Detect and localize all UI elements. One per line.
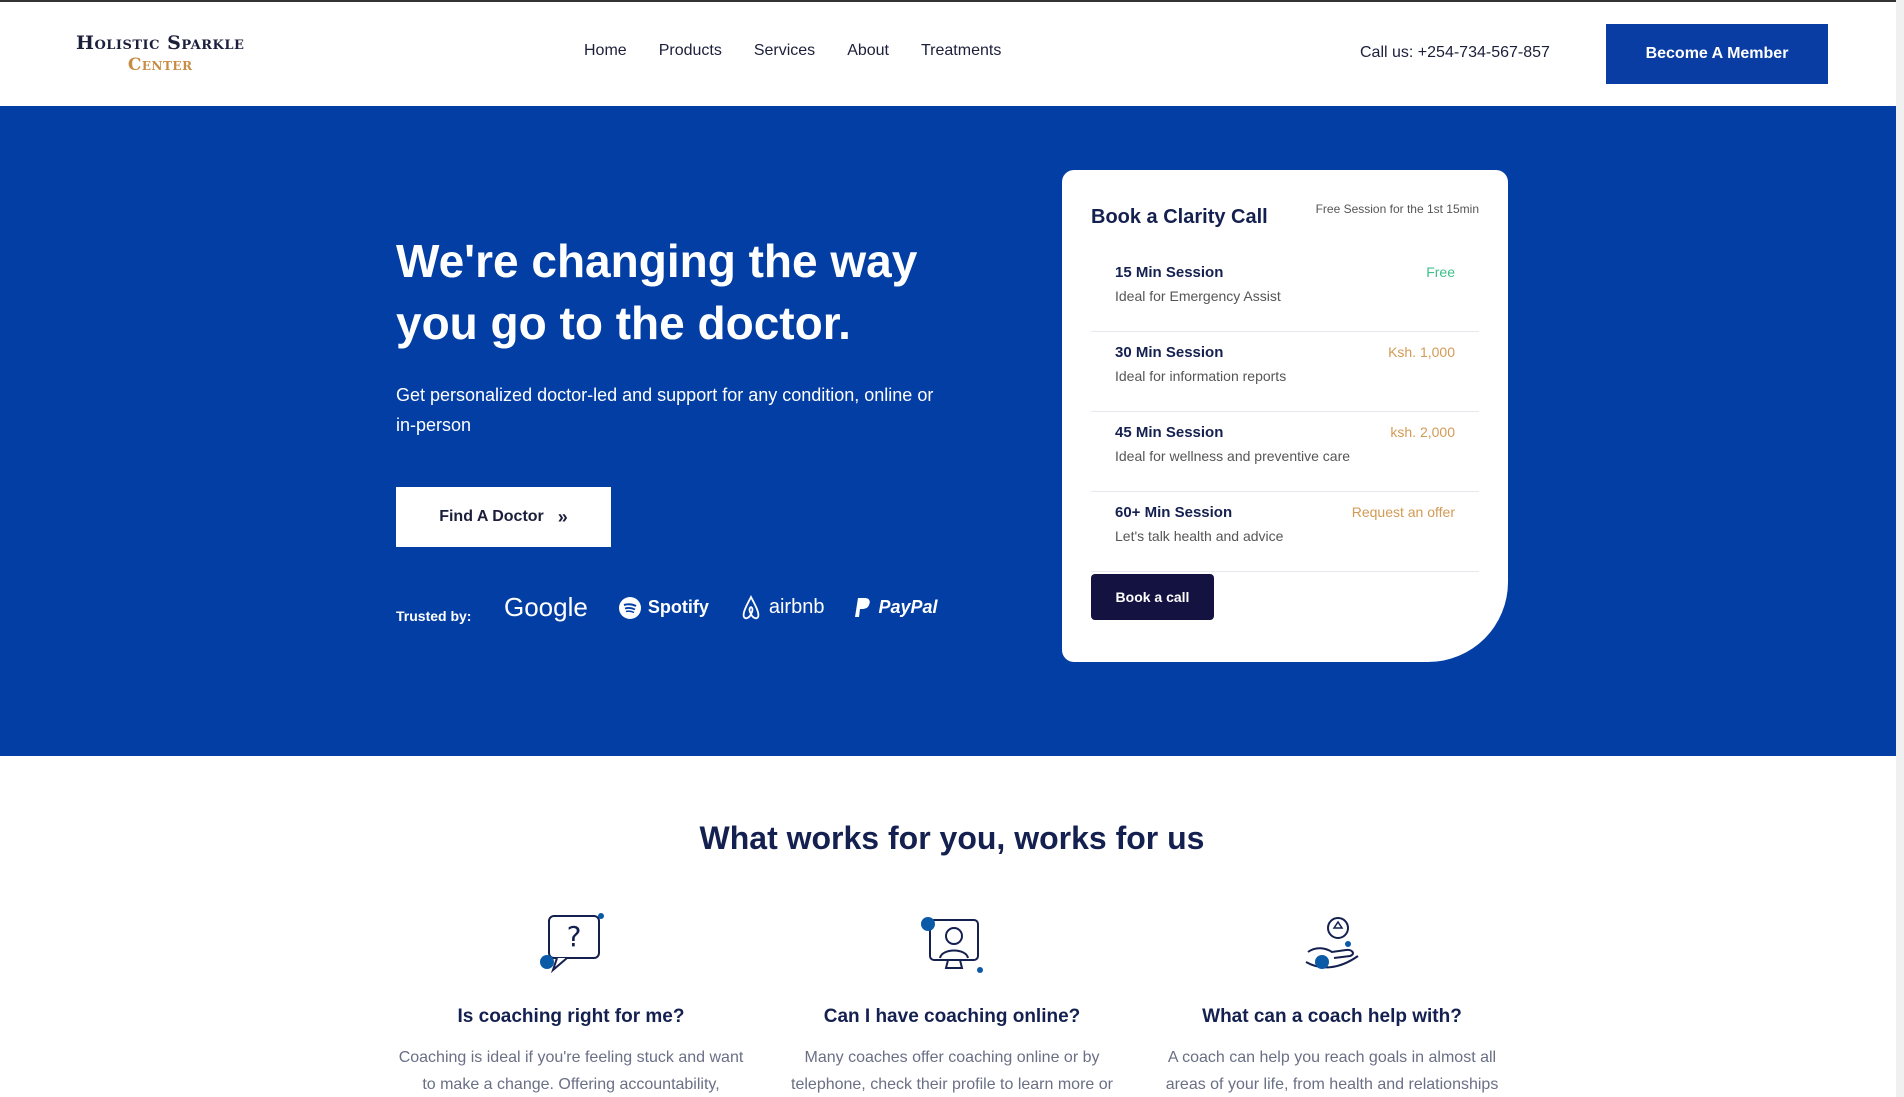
paypal-logo: PayPal (854, 597, 938, 619)
airbnb-logo: airbnb (739, 594, 825, 621)
hero-section: We're changing the way you go to the doc… (0, 106, 1904, 756)
spotify-wordmark: Spotify (647, 597, 709, 617)
booking-card: Book a Clarity Call Free Session for the… (1062, 170, 1508, 662)
session-price: Request an offer (1351, 504, 1455, 520)
session-option-45[interactable]: 45 Min Session Ideal for wellness and pr… (1091, 412, 1479, 492)
hero-subtitle: Get personalized doctor-led and support … (396, 385, 934, 435)
feature-coach-help: What can a coach help with? A coach can … (1152, 912, 1512, 1097)
session-price: Ksh. 1,000 (1388, 344, 1455, 360)
session-name: 60+ Min Session (1115, 504, 1233, 521)
find-doctor-button[interactable]: Find A Doctor » (396, 487, 611, 547)
question-bubble-icon: ? (535, 912, 607, 976)
brand-name-line2: Center (127, 55, 193, 75)
online-coach-icon (916, 912, 988, 976)
paypal-icon (855, 597, 871, 617)
svg-text:?: ? (567, 920, 582, 953)
google-logo: Google (504, 592, 588, 623)
feature-text: Many coaches offer coaching online or by… (791, 1049, 1113, 1093)
become-member-button[interactable]: Become A Member (1606, 24, 1828, 84)
site-header: Holistic Sparkle Center Home Products Se… (0, 2, 1904, 106)
trusted-label: Trusted by: (396, 608, 472, 624)
session-option-30[interactable]: 30 Min Session Ideal for information rep… (1091, 332, 1479, 412)
session-name: 30 Min Session (1115, 344, 1224, 361)
session-desc: Ideal for information reports (1115, 368, 1287, 384)
feature-title: What can a coach help with? (1202, 1006, 1462, 1027)
airbnb-wordmark: airbnb (768, 596, 825, 618)
session-name: 45 Min Session (1115, 424, 1224, 441)
session-option-15[interactable]: 15 Min Session Ideal for Emergency Assis… (1091, 252, 1479, 332)
nav-products[interactable]: Products (659, 42, 722, 60)
book-call-button[interactable]: Book a call (1091, 574, 1214, 620)
booking-title: Book a Clarity Call (1091, 206, 1268, 228)
session-price: ksh. 2,000 (1390, 424, 1455, 440)
session-price: Free (1426, 264, 1455, 280)
brand-logo[interactable]: Holistic Sparkle Center (76, 32, 244, 76)
feature-text: Coaching is ideal if you're feeling stuc… (398, 1049, 744, 1093)
nav-services[interactable]: Services (754, 42, 815, 60)
trusted-logos: Google Spotify airbnb PayPal (504, 592, 938, 623)
nav-treatments[interactable]: Treatments (921, 42, 1001, 60)
find-doctor-label: Find A Doctor (439, 508, 544, 525)
spotify-logo: Spotify (618, 596, 709, 620)
session-desc: Ideal for Emergency Assist (1115, 288, 1281, 304)
main-nav: Home Products Services About Treatments (584, 42, 1033, 60)
helping-hand-icon (1296, 912, 1368, 976)
booking-note: Free Session for the 1st 15min (1315, 202, 1479, 216)
feature-text: A coach can help you reach goals in almo… (1165, 1049, 1499, 1093)
session-option-60[interactable]: 60+ Min Session Let's talk health and ad… (1091, 492, 1479, 572)
feature-coaching-online: Can I have coaching online? Many coaches… (772, 912, 1132, 1097)
google-wordmark: Google (504, 592, 588, 622)
features-title: What works for you, works for us (699, 820, 1205, 856)
brand-name-line1: Holistic Sparkle (76, 32, 245, 54)
feature-coaching-right: ? Is coaching right for me? Coaching is … (391, 912, 751, 1097)
feature-title: Can I have coaching online? (823, 1006, 1081, 1027)
hero-title: We're changing the way you go to the doc… (396, 235, 918, 349)
spotify-icon (618, 596, 641, 619)
double-chevron-right-icon: » (557, 506, 568, 527)
session-desc: Let's talk health and advice (1115, 528, 1284, 544)
feature-title: Is coaching right for me? (457, 1006, 685, 1027)
phone-number[interactable]: Call us: +254-734-567-857 (1360, 44, 1550, 62)
nav-home[interactable]: Home (584, 42, 627, 60)
paypal-wordmark: PayPal (878, 597, 938, 617)
session-name: 15 Min Session (1115, 264, 1224, 281)
page-scrollbar[interactable] (1896, 0, 1904, 1097)
nav-about[interactable]: About (847, 42, 889, 60)
session-desc: Ideal for wellness and preventive care (1115, 448, 1351, 464)
airbnb-icon (742, 594, 760, 619)
